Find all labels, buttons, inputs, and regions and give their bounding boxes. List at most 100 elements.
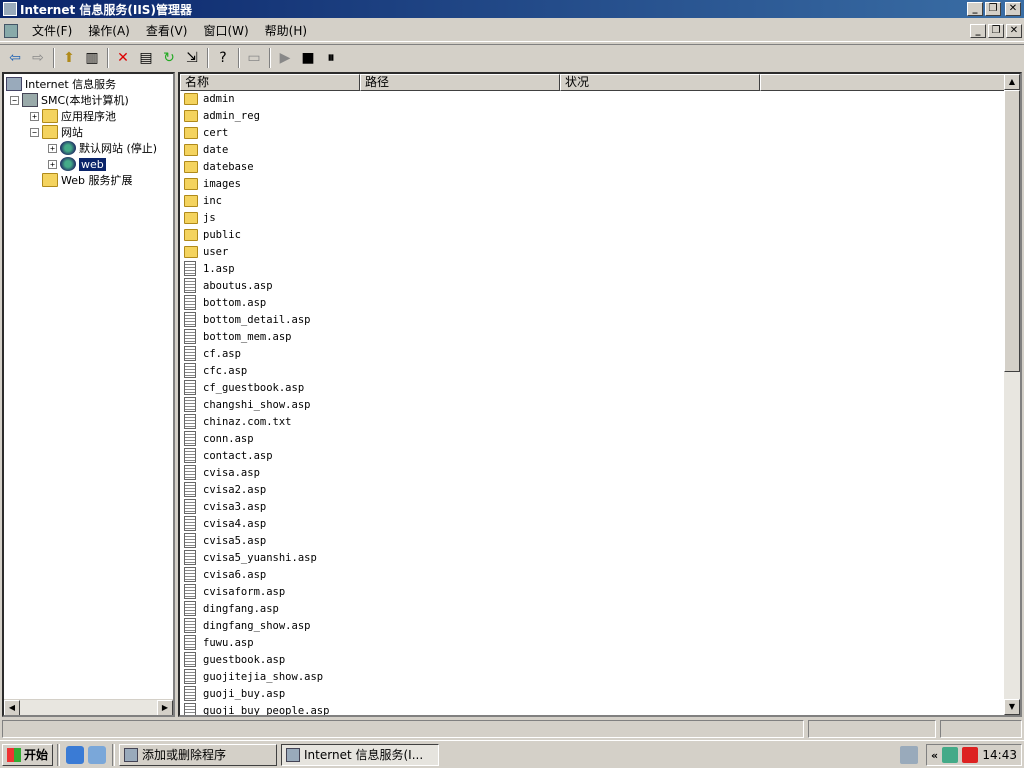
start-button[interactable]: 开始 [2, 743, 54, 766]
file-row[interactable]: guestbook.asp [184, 651, 285, 668]
folder-row[interactable]: inc [184, 192, 222, 209]
file-row[interactable]: cvisa5_yuanshi.asp [184, 549, 317, 566]
column-status[interactable]: 状况 [560, 74, 760, 91]
expand-icon[interactable]: + [48, 143, 57, 153]
scroll-up-icon[interactable]: ▲ [1004, 74, 1020, 90]
folder-row[interactable]: js [184, 209, 216, 226]
file-row[interactable]: bottom_mem.asp [184, 328, 292, 345]
file-row[interactable]: contact.asp [184, 447, 273, 464]
properties-icon[interactable]: ▤ [135, 47, 157, 69]
menu-action[interactable]: 操作(A) [80, 22, 138, 39]
pause-icon[interactable]: ⏸ [320, 47, 342, 69]
file-row[interactable]: cvisa5.asp [184, 532, 266, 549]
file-row[interactable]: cvisa6.asp [184, 566, 266, 583]
file-row[interactable]: 1.asp [184, 260, 235, 277]
scroll-down-icon[interactable]: ▼ [1004, 699, 1020, 715]
file-row[interactable]: cvisa2.asp [184, 481, 266, 498]
item-name: js [203, 211, 216, 224]
start-play-icon[interactable]: ▶ [274, 47, 296, 69]
back-arrow-icon[interactable]: ⇦ [4, 47, 26, 69]
item-name: fuwu.asp [203, 636, 254, 649]
file-row[interactable]: bottom.asp [184, 294, 266, 311]
folder-row[interactable]: cert [184, 124, 228, 141]
console-tree[interactable]: Internet 信息服务 − SMC(本地计算机) + 应用程序池 − 网站 … [2, 72, 175, 717]
file-row[interactable]: cfc.asp [184, 362, 247, 379]
menu-help[interactable]: 帮助(H) [257, 22, 315, 39]
refresh-icon[interactable]: ↻ [158, 47, 180, 69]
file-row[interactable]: cf_guestbook.asp [184, 379, 304, 396]
tree-item-iis-root[interactable]: Internet 信息服务 [6, 76, 116, 92]
network-connection-icon[interactable] [942, 747, 959, 763]
scroll-right-icon[interactable]: ▶ [157, 699, 173, 715]
menu-window[interactable]: 窗口(W) [195, 22, 256, 39]
tree-item-web[interactable]: + web [48, 156, 106, 172]
task-add-remove-programs[interactable]: 添加或删除程序 [119, 743, 278, 766]
restore-button[interactable]: ❐ [985, 2, 1001, 16]
menu-file[interactable]: 文件(F) [24, 22, 80, 39]
file-row[interactable]: cvisa4.asp [184, 515, 266, 532]
file-row[interactable]: cvisa.asp [184, 464, 260, 481]
delete-icon[interactable]: ✕ [112, 47, 134, 69]
task-iis-manager[interactable]: Internet 信息服务(I... [281, 743, 440, 766]
folder-row[interactable]: datebase [184, 158, 254, 175]
up-folder-icon[interactable]: ⬆ [58, 47, 80, 69]
file-row[interactable]: chinaz.com.txt [184, 413, 292, 430]
tree-item-web-extensions[interactable]: Web 服务扩展 [42, 172, 132, 188]
list-vertical-scrollbar[interactable]: ▲ ▼ [1004, 74, 1020, 715]
file-row[interactable]: conn.asp [184, 430, 254, 447]
tree-item-app-pools[interactable]: + 应用程序池 [30, 108, 116, 124]
internet-explorer-icon[interactable] [66, 745, 85, 764]
mdi-document-icon[interactable] [4, 23, 18, 38]
tree-item-websites[interactable]: − 网站 [30, 124, 83, 140]
file-row[interactable]: guoji_buy_people.asp [184, 702, 329, 715]
security-alert-icon[interactable] [962, 747, 979, 763]
computer-icon[interactable]: ▭ [243, 47, 265, 69]
file-row[interactable]: bottom_detail.asp [184, 311, 310, 328]
tray-expand-chevron[interactable]: « [931, 749, 938, 762]
file-icon [184, 465, 196, 480]
network-tray-icon[interactable] [900, 746, 918, 764]
folder-row[interactable]: images [184, 175, 241, 192]
file-row[interactable]: dingfang.asp [184, 600, 279, 617]
collapse-icon[interactable]: − [10, 95, 19, 105]
folder-row[interactable]: admin_reg [184, 107, 260, 124]
expand-icon[interactable]: + [30, 111, 39, 121]
file-row[interactable]: dingfang_show.asp [184, 617, 310, 634]
export-list-icon[interactable]: ⇲ [181, 47, 203, 69]
mdi-restore-button[interactable]: ❐ [988, 23, 1004, 38]
show-hide-tree-icon[interactable]: ▥ [81, 47, 103, 69]
tree-horizontal-scrollbar[interactable]: ◀ ▶ [4, 699, 173, 715]
help-icon[interactable]: ? [212, 47, 234, 69]
file-row[interactable]: cf.asp [184, 345, 241, 362]
folder-row[interactable]: public [184, 226, 241, 243]
forward-arrow-icon[interactable]: ⇨ [27, 47, 49, 69]
tree-item-default-site[interactable]: + 默认网站 (停止) [48, 140, 157, 156]
mdi-close-button[interactable]: ✕ [1006, 23, 1022, 38]
column-path[interactable]: 路径 [360, 74, 560, 91]
file-row[interactable]: guoji_buy.asp [184, 685, 285, 702]
folder-row[interactable]: user [184, 243, 228, 260]
collapse-icon[interactable]: − [30, 127, 39, 137]
scroll-left-icon[interactable]: ◀ [4, 699, 20, 715]
clock[interactable]: 14:43 [982, 748, 1017, 762]
column-name[interactable]: 名称 [180, 74, 360, 91]
scroll-thumb[interactable] [1004, 90, 1020, 372]
file-row[interactable]: cvisaform.asp [184, 583, 285, 600]
close-button[interactable]: ✕ [1005, 2, 1021, 16]
stop-icon[interactable]: ■ [297, 47, 319, 69]
file-row[interactable]: guojitejia_show.asp [184, 668, 323, 685]
file-row[interactable]: changshi_show.asp [184, 396, 310, 413]
minimize-button[interactable]: _ [967, 2, 983, 16]
expand-icon[interactable]: + [48, 159, 57, 169]
show-desktop-icon[interactable] [88, 745, 107, 764]
folder-row[interactable]: date [184, 141, 228, 158]
file-row[interactable]: aboutus.asp [184, 277, 273, 294]
folder-row[interactable]: admin [184, 91, 235, 107]
menu-view[interactable]: 查看(V) [138, 22, 196, 39]
mdi-minimize-button[interactable]: _ [970, 23, 986, 38]
title-bar[interactable]: Internet 信息服务(IIS)管理器 _ ❐ ✕ [0, 0, 1024, 18]
file-row[interactable]: cvisa3.asp [184, 498, 266, 515]
tree-item-computer[interactable]: − SMC(本地计算机) [10, 92, 129, 108]
details-list[interactable]: 名称 路径 状况 admin admin_reg cert date datebase i… [178, 72, 1022, 717]
file-row[interactable]: fuwu.asp [184, 634, 254, 651]
